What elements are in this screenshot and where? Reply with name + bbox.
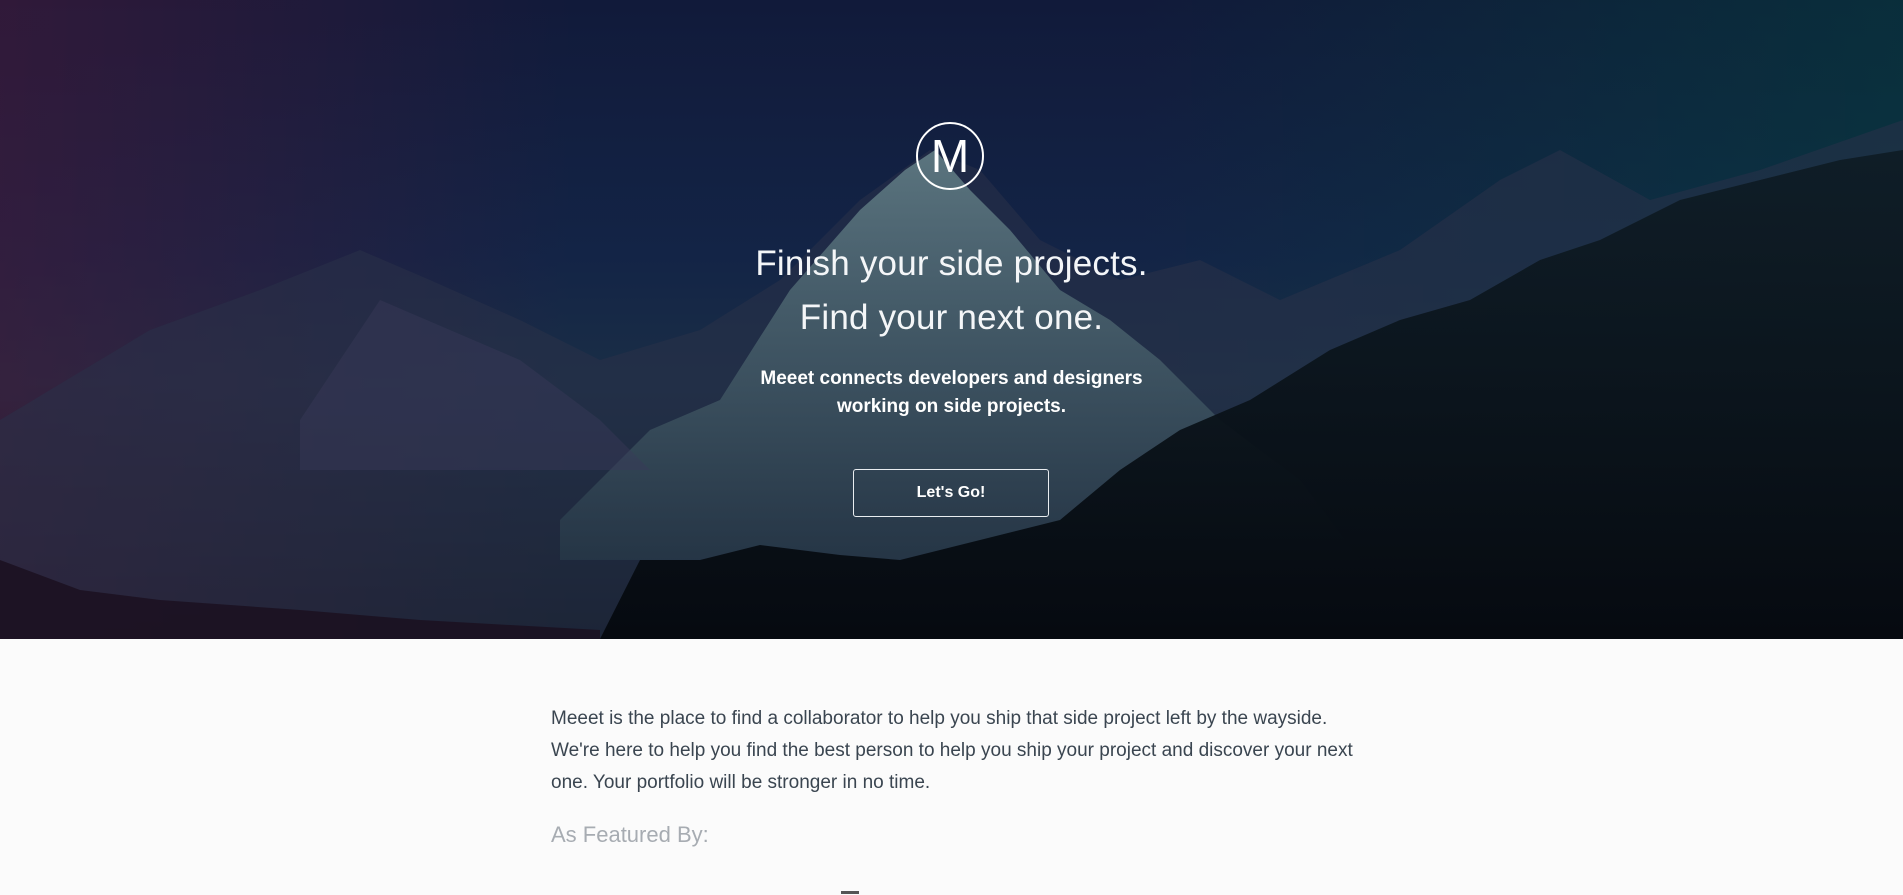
partner-logo-partial xyxy=(841,891,859,894)
hero-subheadline: Meeet connects developers and designers … xyxy=(760,368,1143,417)
lets-go-button[interactable]: Let's Go! xyxy=(853,469,1049,517)
featured-heading: As Featured By: xyxy=(551,822,709,847)
logo-letter: M xyxy=(930,130,970,182)
hero-section: M Finish your side projects. Find your n… xyxy=(0,0,1903,639)
hero-headline-line2: Find your next one. xyxy=(799,298,1104,337)
brand-logo[interactable]: M xyxy=(916,122,984,190)
hero-headline-line1: Finish your side projects. xyxy=(755,244,1148,283)
about-description: Meeet is the place to find a collaborato… xyxy=(551,708,1353,793)
